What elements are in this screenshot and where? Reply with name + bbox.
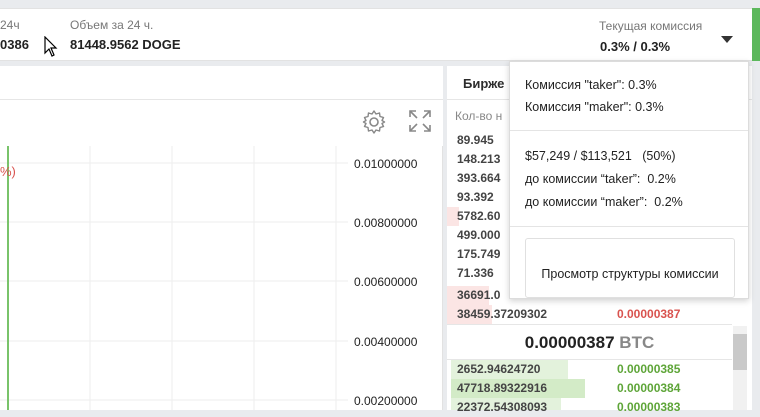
order-amount: 47718.89322916 (457, 381, 548, 395)
volume-24h-value: 81448.9562 DOGE (70, 37, 181, 52)
stat-24h-value: 0386 (0, 37, 29, 52)
volume-24h-label: Объем за 24 ч. (70, 18, 154, 32)
next-taker-label: до комиссии “taker”: (525, 172, 641, 186)
next-maker-tier: до комиссии “maker”: 0.2% (525, 195, 683, 209)
order-amount: 148.213 (457, 152, 501, 166)
next-taker-value: 0.2% (647, 172, 676, 186)
divider (510, 130, 748, 131)
price-change-label: %) (0, 164, 16, 179)
sell-order-row[interactable]: 38459.37209302 0.00000387 (447, 305, 732, 324)
fullscreen-expand-icon[interactable] (408, 109, 432, 133)
buy-order-row[interactable]: 47718.89322916 0.00000384 (447, 379, 732, 398)
y-tick-label: 0.01000000 (354, 157, 418, 171)
order-price: 0.00000383 (617, 400, 681, 414)
y-tick-label: 0.00600000 (354, 275, 418, 289)
order-amount: 38459.37209302 (457, 307, 548, 321)
accent-edge (752, 8, 760, 61)
volume-progress-value: $57,249 / $113,521 (525, 149, 632, 163)
order-price: 0.00000384 (617, 381, 681, 395)
market-stats-bar: 24ч 0386 Объем за 24 ч. 81448.9562 DOGE … (0, 8, 760, 61)
chart-plot-area[interactable]: %) (0, 146, 348, 410)
order-amount: 71.336 (457, 266, 494, 280)
order-amount: 2652.94624720 (457, 362, 541, 376)
order-amount: 89.945 (457, 133, 494, 147)
scrollbar-thumb[interactable] (733, 334, 747, 370)
chart-toolbar (0, 100, 443, 146)
order-price: 0.00000385 (617, 362, 681, 376)
next-maker-value: 0.2% (654, 195, 683, 209)
order-amount: 175.749 (457, 247, 501, 261)
next-taker-tier: до комиссии “taker”: 0.2% (525, 172, 676, 186)
y-tick-label: 0.00800000 (354, 216, 418, 230)
order-amount: 499.000 (457, 228, 501, 242)
maker-fee-text: Комиссия "maker": 0.3% (525, 100, 664, 114)
price-chart-panel: %) 0.01000000 0.00800000 0.00600000 0.00… (0, 66, 443, 410)
y-tick-label: 0.00400000 (354, 335, 418, 349)
commission-dropdown-toggle[interactable]: Текущая комиссия 0.3% / 0.3% (590, 13, 740, 59)
order-amount: 393.664 (457, 171, 501, 185)
buy-order-row[interactable]: 22372.54308093 0.00000383 (447, 398, 732, 417)
taker-fee-text: Комиссия "taker": 0.3% (525, 78, 657, 92)
commission-dropdown: Комиссия "taker": 0.3% Комиссия "maker":… (509, 61, 749, 299)
amount-column-header: Кол-во н (455, 109, 503, 123)
commission-value: 0.3% / 0.3% (600, 39, 671, 54)
settings-gear-icon[interactable] (361, 109, 387, 135)
volume-percent: (50%) (642, 149, 676, 163)
order-book-scrollbar[interactable] (733, 326, 747, 410)
next-maker-label: до комиссии “maker”: (525, 195, 648, 209)
order-price: 0.00000387 (617, 307, 681, 321)
y-tick-label: 0.00200000 (354, 394, 418, 408)
last-price: 0.00000387 BTC (447, 324, 732, 360)
last-price-currency: BTC (619, 333, 655, 352)
y-axis: 0.01000000 0.00800000 0.00600000 0.00400… (348, 146, 443, 410)
order-amount: 5782.60 (457, 209, 501, 223)
view-fee-structure-button[interactable]: Просмотр структуры комиссии (525, 238, 735, 298)
chart-header (0, 66, 443, 100)
buy-order-row[interactable]: 2652.94624720 0.00000385 (447, 360, 732, 379)
order-amount: 22372.54308093 (457, 400, 548, 414)
caret-down-icon (721, 36, 733, 43)
last-price-value: 0.00000387 (524, 333, 615, 352)
order-amount: 36691.0 (457, 288, 501, 302)
commission-label: Текущая комиссия (599, 19, 703, 33)
order-book-title: Бирже (463, 76, 505, 91)
mouse-cursor-icon (44, 36, 58, 57)
volume-progress-text: $57,249 / $113,521 (50%) (525, 149, 676, 163)
divider (510, 226, 748, 227)
chart-grid (0, 146, 348, 410)
stat-24h-label: 24ч (0, 18, 20, 32)
order-amount: 93.392 (457, 190, 494, 204)
